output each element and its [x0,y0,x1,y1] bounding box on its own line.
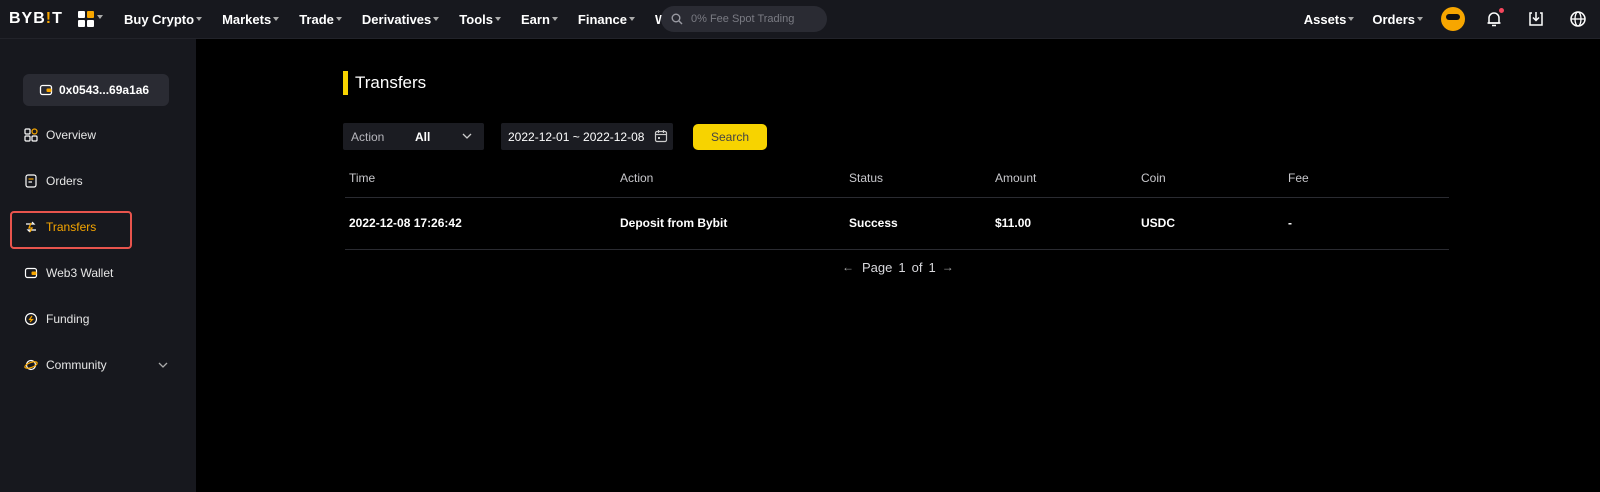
nav-tools[interactable]: Tools [459,12,501,27]
caret-down-icon [551,17,558,21]
language-button[interactable] [1567,8,1589,30]
nav-orders[interactable]: Orders [1372,12,1423,27]
caret-down-icon [433,17,440,21]
planet-icon [23,357,39,373]
download-icon [1529,12,1543,26]
download-button[interactable] [1525,8,1547,30]
caret-down-icon [494,17,501,21]
nav-derivatives[interactable]: Derivatives [362,12,440,27]
page-prefix: Page [862,259,893,275]
table-row: 2022-12-08 17:26:42 Deposit from Bybit S… [349,216,1449,232]
bybit-logo[interactable]: BYB!T [9,11,63,27]
chevron-down-icon [462,133,472,139]
user-avatar[interactable] [1441,7,1465,31]
date-range-value: 2022-12-01 ~ 2022-12-08 [508,129,645,144]
sidebar-item-transfers[interactable]: Transfers [23,217,96,237]
wallet-icon [39,84,53,96]
calendar-icon [654,130,668,143]
search-icon [671,13,683,25]
nav-finance[interactable]: Finance [578,12,636,27]
header-time: Time [349,171,376,185]
date-range-picker[interactable]: 2022-12-01 ~ 2022-12-08 [501,123,673,150]
next-page-arrow-icon[interactable]: → [942,260,954,274]
caret-down-icon [1417,17,1423,21]
header-divider [345,197,1449,198]
document-icon [23,173,39,189]
right-nav: Assets Orders [1304,0,1600,38]
nav-assets[interactable]: Assets [1304,12,1355,27]
main-content: Transfers Action All 2022-12-01 ~ 2022-1… [196,39,1600,492]
apps-grid-icon[interactable] [78,11,94,27]
cell-amount: $11.00 [995,216,1032,230]
header-amount: Amount [995,171,1037,185]
wallet-icon [23,265,39,281]
caret-down-icon [629,17,636,21]
chevron-down-icon[interactable] [158,362,168,368]
notifications-button[interactable] [1483,8,1505,30]
header-coin: Coin [1141,171,1166,185]
sidebar-item-label: Funding [46,312,90,326]
header-status: Status [849,171,884,185]
page-title: Transfers [355,73,427,92]
header-action: Action [620,171,654,185]
sidebar-item-label: Community [46,358,107,372]
title-accent-bar [343,71,348,95]
pagination: ← Page 1 of 1 → [842,258,954,276]
sidebar-item-community[interactable]: Community [23,355,107,375]
caret-down-icon [196,17,203,21]
action-filter-label: Action [351,129,385,144]
sidebar-item-label: Orders [46,174,83,188]
cell-coin: USDC [1141,216,1176,230]
sidebar: 0x0543...69a1a6 Overview Orders Transfer… [0,39,196,492]
sidebar-item-overview[interactable]: Overview [23,125,96,145]
prev-page-arrow-icon[interactable]: ← [842,260,854,274]
main-nav: Buy Crypto Markets Trade Derivatives Too… [124,0,717,38]
sidebar-item-orders[interactable]: Orders [23,171,83,191]
wallet-address-pill[interactable]: 0x0543...69a1a6 [23,74,169,106]
caret-down-icon [273,17,280,21]
nav-earn[interactable]: Earn [521,12,558,27]
nav-trade[interactable]: Trade [299,12,342,27]
sidebar-item-web3-wallet[interactable]: Web3 Wallet [23,263,113,283]
grid-icon [23,127,39,143]
apps-caret-icon [97,15,103,19]
wallet-address: 0x0543...69a1a6 [59,83,150,97]
global-search[interactable] [661,6,827,32]
page-of: of [911,259,923,275]
nav-markets[interactable]: Markets [222,12,280,27]
nav-buy-crypto[interactable]: Buy Crypto [124,12,203,27]
transfer-icon [23,219,39,235]
globe-icon [1570,11,1586,27]
header-fee: Fee [1288,171,1309,185]
current-page: 1 [898,259,906,275]
cell-time: 2022-12-08 17:26:42 [349,216,462,230]
search-button[interactable]: Search [693,124,767,150]
sidebar-item-funding[interactable]: Funding [23,309,89,329]
top-navigation-bar: BYB!T Buy Crypto Markets Trade Derivativ… [0,0,1600,39]
cell-fee: - [1288,216,1292,230]
sidebar-item-label: Overview [46,128,97,142]
row-divider [345,249,1449,250]
caret-down-icon [335,17,342,21]
search-input[interactable] [691,13,811,25]
caret-down-icon [1348,17,1355,21]
action-filter-select[interactable]: Action All [343,123,484,150]
table-header: Time Action Status Amount Coin Fee [349,171,1449,187]
cell-action: Deposit from Bybit [620,216,728,230]
coin-icon [23,311,39,327]
sidebar-item-label: Transfers [46,220,97,234]
total-pages: 1 [928,259,936,275]
cell-status: Success [849,216,898,230]
sidebar-item-label: Web3 Wallet [46,266,114,280]
notification-dot [1499,8,1504,13]
action-filter-value: All [415,129,431,144]
